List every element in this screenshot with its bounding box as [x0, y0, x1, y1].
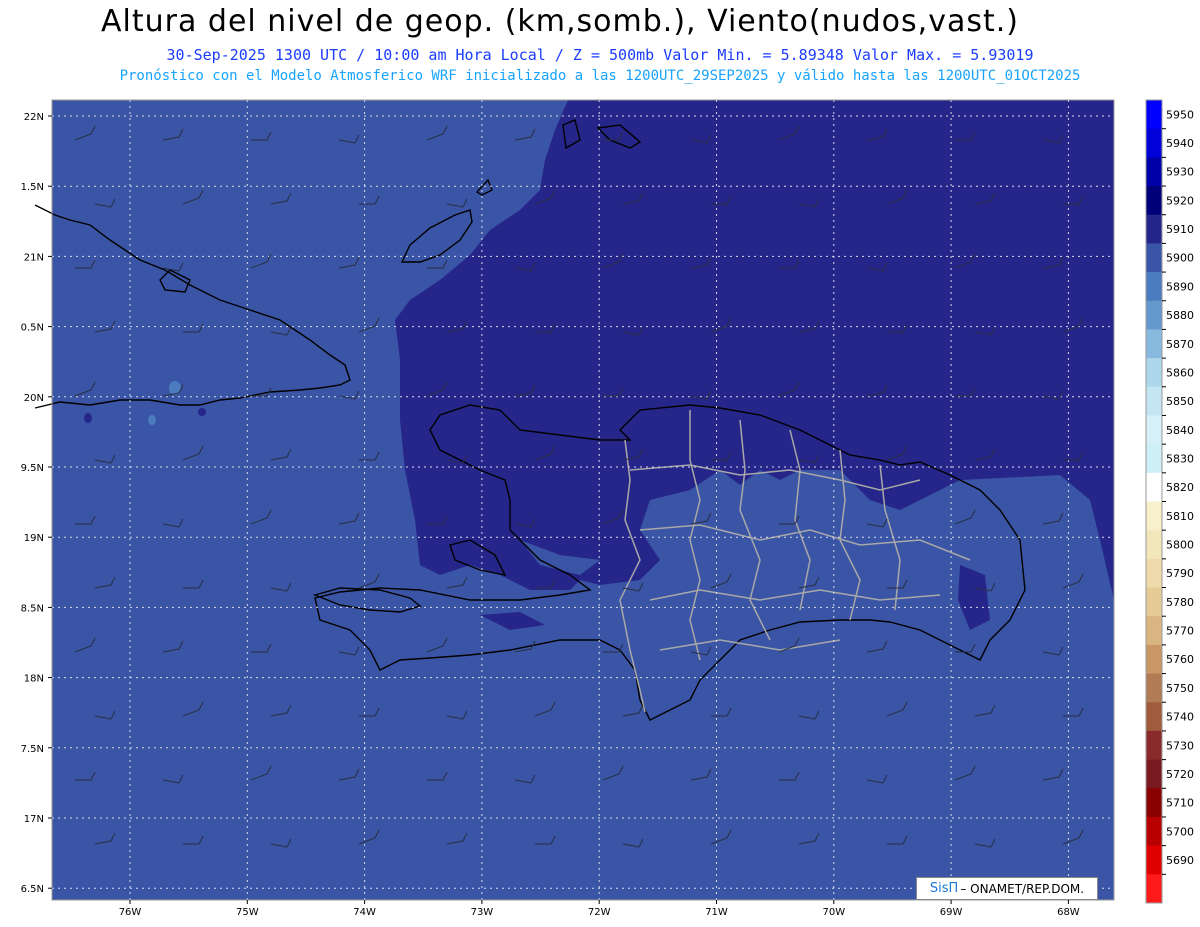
colorbar-swatch — [1146, 186, 1162, 216]
latitude-label: 8.5N — [21, 603, 44, 614]
latitude-label: 18N — [24, 674, 44, 685]
latitude-label: 0.5N — [21, 323, 44, 334]
colorbar-swatch — [1146, 759, 1162, 789]
colorbar-label: 5770 — [1166, 625, 1194, 638]
colorbar-label: 5880 — [1166, 309, 1194, 322]
colorbar-swatch — [1146, 272, 1162, 302]
colorbar-label: 5780 — [1166, 596, 1194, 609]
latitude-label: 17N — [24, 814, 44, 825]
colorbar-swatch — [1146, 214, 1162, 244]
colorbar-swatch — [1146, 558, 1162, 589]
colorbar-label: 5950 — [1166, 108, 1194, 121]
credit-text: – ONAMET/REP.DOM. — [960, 881, 1085, 896]
colorbar-label: 5830 — [1166, 452, 1194, 465]
colorbar-label: 5910 — [1166, 223, 1194, 236]
colorbar-label: 5920 — [1166, 194, 1194, 207]
latitude-label: 20N — [24, 393, 44, 404]
colorbar-label: 5850 — [1166, 395, 1194, 408]
colorbar-label: 5730 — [1166, 739, 1194, 752]
geopotential-5910-spot — [198, 408, 206, 416]
colorbar-swatch — [1146, 501, 1162, 531]
latitude-labels: 22N 1.5N 21N 0.5N 20N 9.5N 19N 8.5N 18N 7.5N 17N 6.… — [21, 112, 52, 895]
colorbar-swatch — [1146, 100, 1162, 130]
colorbar-swatch — [1146, 157, 1162, 187]
colorbar-label: 5940 — [1166, 137, 1194, 150]
colorbar-swatch — [1146, 587, 1162, 617]
colorbar-swatch — [1146, 845, 1162, 875]
colorbar-label: 5840 — [1166, 424, 1194, 437]
credit-box: SisΠ – ONAMET/REP.DOM. — [916, 877, 1098, 900]
colorbar-label: 5690 — [1166, 854, 1194, 867]
latitude-label: 21N — [24, 252, 44, 263]
longitude-label: 75W — [236, 907, 259, 918]
colorbar-swatch — [1146, 788, 1162, 818]
latitude-label: 9.5N — [21, 463, 44, 474]
colorbar-swatch — [1146, 300, 1162, 330]
colorbar-label: 5790 — [1166, 567, 1194, 580]
colorbar-label: 5760 — [1166, 653, 1194, 666]
colorbar-label: 5750 — [1166, 682, 1194, 695]
colorbar-swatch — [1146, 358, 1162, 388]
colorbar-swatch — [1146, 472, 1162, 502]
longitude-labels: 76W 75W 74W 73W 72W 71W 70W 69W 68W — [119, 900, 1080, 918]
longitude-label: 73W — [471, 907, 494, 918]
longitude-label: 69W — [940, 907, 963, 918]
colorbar-swatch — [1146, 329, 1162, 359]
colorbar-swatch — [1146, 730, 1162, 761]
colorbar-swatch — [1146, 702, 1162, 732]
colorbar-swatch — [1146, 415, 1162, 445]
longitude-label: 72W — [588, 907, 611, 918]
colorbar-swatch — [1146, 444, 1162, 474]
longitude-label: 70W — [822, 907, 845, 918]
colorbar-swatch — [1146, 816, 1162, 847]
colorbar-label: 5810 — [1166, 510, 1194, 523]
latitude-label: 1.5N — [21, 182, 44, 193]
colorbar-label: 5870 — [1166, 338, 1194, 351]
colorbar: 5950 5940 5930 5920 5910 5900 5890 5880 5870 5860… — [1145, 99, 1194, 904]
colorbar-swatch — [1146, 243, 1162, 273]
colorbar-swatch — [1146, 644, 1162, 675]
colorbar-label: 5900 — [1166, 252, 1194, 265]
colorbar-label: 5930 — [1166, 166, 1194, 179]
colorbar-label: 5860 — [1166, 366, 1194, 379]
longitude-label: 76W — [119, 907, 142, 918]
colorbar-swatch — [1146, 874, 1162, 904]
colorbar-label: 5800 — [1166, 539, 1194, 552]
colorbar-label: 5740 — [1166, 711, 1194, 724]
geopotential-5890-spot — [148, 415, 156, 425]
geopotential-map: 22N 1.5N 21N 0.5N 20N 9.5N 19N 8.5N 18N 7.5N 17N 6.… — [21, 99, 1194, 918]
longitude-label: 74W — [353, 907, 376, 918]
colorbar-swatch — [1146, 386, 1162, 416]
colorbar-label: 5720 — [1166, 768, 1194, 781]
colorbar-swatch — [1146, 673, 1162, 703]
colorbar-label: 5890 — [1166, 280, 1194, 293]
colorbar-label: 5700 — [1166, 825, 1194, 838]
sispi-logo: SisΠ — [929, 881, 959, 896]
colorbar-label: 5820 — [1166, 481, 1194, 494]
colorbar-swatch — [1146, 616, 1162, 646]
colorbar-swatch — [1146, 530, 1162, 560]
longitude-label: 68W — [1057, 907, 1080, 918]
latitude-label: 6.5N — [21, 884, 44, 895]
geopotential-5910-spot — [84, 413, 92, 423]
longitude-label: 71W — [705, 907, 728, 918]
latitude-label: 22N — [24, 112, 44, 123]
colorbar-label: 5710 — [1166, 797, 1194, 810]
latitude-label: 7.5N — [21, 744, 44, 755]
colorbar-swatch — [1146, 128, 1162, 158]
latitude-label: 19N — [24, 533, 44, 544]
